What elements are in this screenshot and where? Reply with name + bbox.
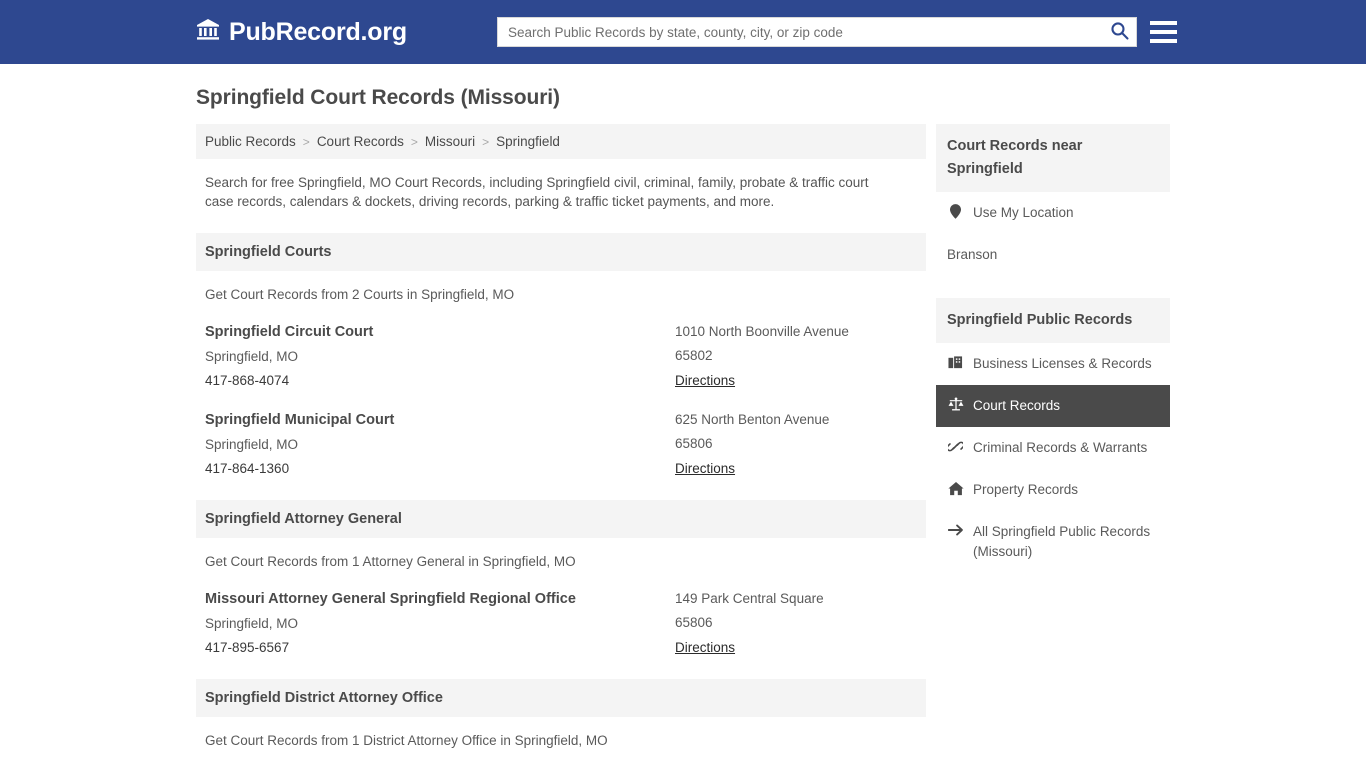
listing-phone: 417-868-4074 [205, 373, 290, 388]
listing-name: Missouri Attorney General Springfield Re… [205, 591, 576, 607]
listing-left-column: Missouri Attorney General Springfield Re… [205, 591, 675, 657]
directions-link[interactable]: Directions [675, 373, 735, 388]
sidebar: Court Records near Springfield Use My Lo… [936, 124, 1170, 748]
map-pin-icon [947, 203, 964, 219]
handcuffs-icon [947, 438, 964, 454]
content-columns: Public Records > Court Records > Missour… [196, 124, 1170, 748]
house-icon [947, 480, 964, 496]
site-header: PubRecord.org [0, 0, 1366, 64]
sidebar-item-label: Criminal Records & Warrants [973, 440, 1148, 455]
sidebar-item-label: All Springfield Public Records (Missouri… [973, 524, 1151, 559]
listing-phone: 417-895-6567 [205, 640, 290, 655]
listing-address: 625 North Benton Avenue [675, 412, 830, 427]
public-records-list: Business Licenses & Records Court Record… [936, 343, 1170, 573]
listing-item: Missouri Attorney General Springfield Re… [196, 569, 926, 657]
listing-zip: 65806 [675, 615, 713, 630]
nearby-list: Use My Location Branson [936, 192, 1170, 276]
listing-item: Springfield Circuit Court Springfield, M… [196, 302, 926, 390]
briefcase-icon [947, 354, 964, 370]
directions-link[interactable]: Directions [675, 461, 735, 476]
search-icon [1110, 21, 1129, 43]
sidebar-item-criminal-records[interactable]: Criminal Records & Warrants [936, 427, 1170, 469]
listing-name: Springfield Municipal Court [205, 412, 395, 428]
sidebar-item-branson[interactable]: Branson [936, 234, 1170, 276]
panel-heading-nearby: Court Records near Springfield [936, 124, 1170, 192]
listing-city-state: Springfield, MO [205, 616, 299, 631]
site-logo[interactable]: PubRecord.org [196, 17, 407, 48]
breadcrumb: Public Records > Court Records > Missour… [196, 124, 926, 159]
listing-zip: 65802 [675, 348, 713, 363]
listing-city-state: Springfield, MO [205, 437, 299, 452]
breadcrumb-item-missouri[interactable]: Missouri [425, 134, 475, 149]
panel-spacer [936, 284, 1170, 298]
listing-item: Springfield Municipal Court Springfield,… [196, 390, 926, 478]
breadcrumb-item-springfield[interactable]: Springfield [496, 134, 560, 149]
bank-icon [196, 17, 220, 48]
arrow-right-icon [947, 522, 964, 537]
panel-heading-public-records: Springfield Public Records [936, 298, 1170, 343]
listing-city-state: Springfield, MO [205, 349, 299, 364]
page-title: Springfield Court Records (Missouri) [196, 86, 560, 109]
section-subtitle-courts: Get Court Records from 2 Courts in Sprin… [205, 287, 515, 302]
listing-zip: 65806 [675, 436, 713, 451]
breadcrumb-item-public-records[interactable]: Public Records [205, 134, 296, 149]
sidebar-item-label: Use My Location [973, 205, 1074, 220]
hamburger-bar [1150, 20, 1177, 25]
sidebar-item-label: Court Records [973, 398, 1061, 413]
sidebar-item-label: Business Licenses & Records [973, 356, 1152, 371]
directions-link[interactable]: Directions [675, 640, 735, 655]
listing-address: 149 Park Central Square [675, 591, 824, 606]
sidebar-item-business-licenses[interactable]: Business Licenses & Records [936, 343, 1170, 385]
listing-left-column: Springfield Municipal Court Springfield,… [205, 412, 675, 478]
hamburger-menu-icon[interactable] [1150, 18, 1177, 45]
section-heading-district-attorney: Springfield District Attorney Office [196, 679, 926, 717]
search-bar[interactable] [497, 17, 1137, 47]
listing-right-column: 149 Park Central Square 65806 Directions [675, 591, 917, 657]
main-content: Public Records > Court Records > Missour… [196, 124, 926, 748]
brand-text: PubRecord.org [229, 17, 407, 46]
sidebar-item-all-public-records[interactable]: All Springfield Public Records (Missouri… [936, 511, 1170, 573]
listing-right-column: 625 North Benton Avenue 65806 Directions [675, 412, 917, 478]
panel-public-records: Springfield Public Records Business Lice… [936, 298, 1170, 573]
breadcrumb-item-court-records[interactable]: Court Records [317, 134, 404, 149]
sidebar-item-court-records[interactable]: Court Records [936, 385, 1170, 427]
hamburger-bar [1150, 29, 1177, 34]
scales-of-justice-icon [947, 396, 964, 412]
search-input[interactable] [498, 18, 1102, 46]
hamburger-bar [1150, 38, 1177, 43]
listing-name: Springfield Circuit Court [205, 324, 374, 340]
page-intro-text: Search for free Springfield, MO Court Re… [205, 175, 869, 209]
sidebar-item-label: Branson [947, 247, 998, 262]
section-heading-courts: Springfield Courts [196, 233, 926, 271]
panel-nearby: Court Records near Springfield Use My Lo… [936, 124, 1170, 276]
listing-address: 1010 North Boonville Avenue [675, 324, 849, 339]
sidebar-item-use-my-location[interactable]: Use My Location [936, 192, 1170, 234]
section-subtitle-attorney-general: Get Court Records from 1 Attorney Genera… [205, 554, 576, 569]
listing-phone: 417-864-1360 [205, 461, 290, 476]
section-subtitle-district-attorney: Get Court Records from 1 District Attorn… [205, 733, 608, 748]
listing-left-column: Springfield Circuit Court Springfield, M… [205, 324, 675, 390]
breadcrumb-separator-icon: > [410, 134, 418, 149]
listing-right-column: 1010 North Boonville Avenue 65802 Direct… [675, 324, 917, 390]
section-heading-attorney-general: Springfield Attorney General [196, 500, 926, 538]
search-button[interactable] [1102, 18, 1136, 46]
sidebar-item-property-records[interactable]: Property Records [936, 469, 1170, 511]
sidebar-item-label: Property Records [973, 482, 1079, 497]
breadcrumb-separator-icon: > [482, 134, 490, 149]
breadcrumb-separator-icon: > [302, 134, 310, 149]
